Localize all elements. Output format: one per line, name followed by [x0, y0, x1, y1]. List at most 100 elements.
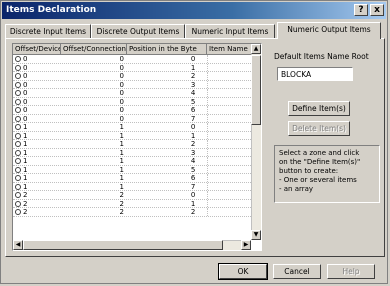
cell-item-name[interactable] — [207, 182, 253, 190]
cell-position: 2 — [190, 208, 196, 216]
cell-offset-device: 0 — [13, 98, 63, 106]
item-node-icon — [15, 115, 21, 122]
table-row[interactable]: 0 0 0 — [13, 55, 253, 64]
cell-position: 1 — [190, 199, 196, 208]
vertical-scroll-thumb[interactable] — [251, 55, 261, 125]
scroll-left-icon[interactable]: ◀ — [13, 240, 23, 250]
close-icon[interactable]: x — [370, 4, 384, 16]
item-node-icon — [15, 98, 21, 105]
cell-position: 0 — [190, 123, 196, 131]
table-row[interactable]: 1 1 7 — [13, 182, 253, 191]
item-node-icon — [15, 149, 21, 156]
help-icon[interactable]: ? — [354, 4, 368, 16]
cell-item-name[interactable] — [207, 199, 253, 207]
cell-position: 3 — [190, 80, 196, 89]
tab-numeric-input[interactable]: Numeric Input Items — [185, 24, 275, 38]
table-row[interactable]: 1 1 2 — [13, 140, 253, 149]
table-row[interactable]: 0 0 1 — [13, 63, 253, 72]
ok-button[interactable]: OK — [218, 263, 268, 280]
item-node-icon — [15, 200, 21, 207]
cell-item-name[interactable] — [207, 208, 253, 216]
item-node-icon — [15, 192, 21, 198]
table-body: 0000010020030040050060071101111121131141… — [13, 55, 253, 217]
info-line: Select a zone and click — [279, 149, 360, 157]
table-row[interactable]: 1 1 3 — [13, 148, 253, 157]
cell-offset-connection: 0 — [119, 63, 124, 72]
table-row[interactable]: 0 0 2 — [13, 72, 253, 81]
column-header-item-name[interactable]: Item Name — [207, 44, 253, 55]
cell-item-name[interactable] — [207, 80, 253, 88]
cell-item-name[interactable] — [207, 123, 253, 131]
cell-position: 6 — [190, 174, 196, 182]
table-row[interactable]: 0 0 5 — [13, 97, 253, 106]
table-row[interactable]: 1 1 5 — [13, 165, 253, 174]
cell-item-name[interactable] — [207, 131, 253, 139]
cell-position: 2 — [190, 72, 196, 80]
cell-item-name[interactable] — [207, 55, 253, 63]
table-row[interactable]: 2 2 2 — [13, 208, 253, 217]
scroll-up-icon[interactable]: ▲ — [251, 44, 261, 54]
table-row[interactable]: 2 2 1 — [13, 199, 253, 208]
vertical-scrollbar[interactable]: ▲ ▼ — [251, 44, 261, 240]
cell-offset-device: 0 — [13, 115, 63, 123]
cell-item-name[interactable] — [207, 165, 253, 173]
table-row[interactable]: 0 0 7 — [13, 114, 253, 123]
cell-offset-device-text: 1 — [23, 131, 28, 140]
table-row[interactable]: 0 0 6 — [13, 106, 253, 115]
items-table[interactable]: Offset/Device Offset/Connection Position… — [12, 43, 262, 251]
cell-offset-connection: 1 — [119, 165, 124, 174]
cell-item-name[interactable] — [207, 148, 253, 156]
table-row[interactable]: 1 1 6 — [13, 174, 253, 183]
horizontal-scroll-thumb[interactable] — [23, 240, 223, 250]
cell-item-name[interactable] — [207, 157, 253, 165]
cancel-button[interactable]: Cancel — [273, 264, 321, 279]
root-name-input[interactable]: BLOCKA — [277, 67, 353, 81]
help-button[interactable]: Help — [327, 264, 375, 279]
cell-offset-device: 2 — [13, 200, 63, 208]
cell-offset-connection: 1 — [119, 182, 124, 191]
cell-offset-connection: 0 — [119, 114, 124, 123]
cell-item-name[interactable] — [207, 114, 253, 122]
cell-offset-device-text: 0 — [23, 72, 28, 80]
cell-item-name[interactable] — [207, 174, 253, 182]
column-header-offset-device[interactable]: Offset/Device — [13, 44, 61, 55]
item-node-icon — [15, 64, 21, 71]
info-line: on the "Define Item(s)" — [279, 158, 361, 166]
table-row[interactable]: 2 2 0 — [13, 191, 253, 200]
cell-offset-device: 1 — [13, 149, 63, 157]
cell-offset-connection: 0 — [119, 55, 124, 63]
cell-item-name[interactable] — [207, 63, 253, 71]
cell-offset-device: 1 — [13, 140, 63, 148]
cell-item-name[interactable] — [207, 191, 253, 199]
cell-item-name[interactable] — [207, 140, 253, 148]
tab-numeric-output[interactable]: Numeric Output Items — [277, 22, 381, 39]
column-header-position[interactable]: Position in the Byte — [127, 44, 207, 55]
column-header-offset-connection[interactable]: Offset/Connection — [61, 44, 127, 55]
table-row[interactable]: 0 0 4 — [13, 89, 253, 98]
cell-item-name[interactable] — [207, 72, 253, 80]
cell-item-name[interactable] — [207, 97, 253, 105]
scroll-down-icon[interactable]: ▼ — [251, 230, 261, 240]
cell-position: 7 — [190, 114, 196, 123]
horizontal-scrollbar[interactable]: ◀ ▶ — [13, 240, 251, 250]
table-row[interactable]: 0 0 3 — [13, 80, 253, 89]
tab-discrete-output[interactable]: Discrete Output Items — [91, 24, 185, 38]
tab-discrete-input[interactable]: Discrete Input Items — [5, 24, 91, 38]
cell-offset-connection: 0 — [119, 97, 124, 106]
cell-offset-device: 0 — [13, 81, 63, 89]
cell-offset-connection: 1 — [119, 148, 124, 157]
delete-items-button[interactable]: Delete Item(s) — [288, 121, 350, 136]
cell-offset-device-text: 0 — [23, 114, 28, 123]
cell-offset-device: 0 — [13, 55, 63, 63]
cell-item-name[interactable] — [207, 106, 253, 114]
cell-offset-device: 1 — [13, 157, 63, 165]
table-row[interactable]: 1 1 1 — [13, 131, 253, 140]
scroll-right-icon[interactable]: ▶ — [241, 240, 251, 250]
cell-offset-device-text: 1 — [23, 140, 28, 148]
table-row[interactable]: 1 1 4 — [13, 157, 253, 166]
table-row[interactable]: 1 1 0 — [13, 123, 253, 132]
item-node-icon — [15, 132, 21, 139]
items-declaration-dialog: Items Declaration ? x Discrete Input Ite… — [0, 0, 388, 284]
define-items-button[interactable]: Define Item(s) — [288, 101, 350, 116]
cell-item-name[interactable] — [207, 89, 253, 97]
